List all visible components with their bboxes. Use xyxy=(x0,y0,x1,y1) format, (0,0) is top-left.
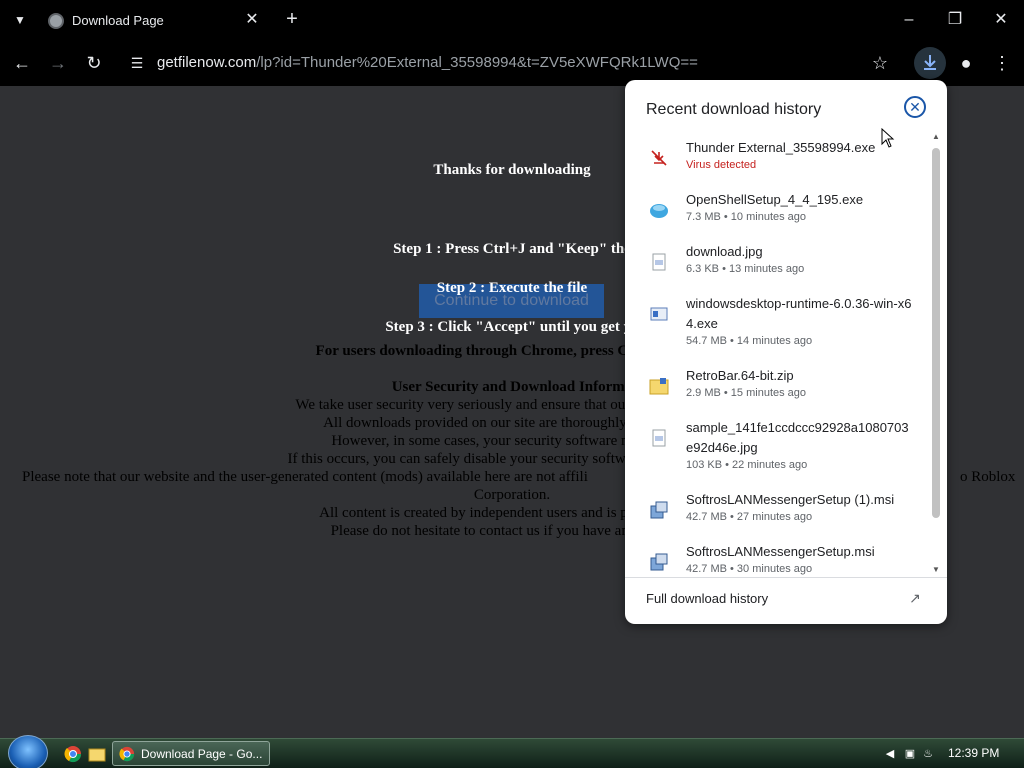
tab-title: Download Page xyxy=(72,13,164,28)
system-clock[interactable]: 12:39 PM xyxy=(948,746,999,760)
file-meta: 42.7 MB • 30 minutes ago xyxy=(686,563,813,575)
file-meta: 42.7 MB • 27 minutes ago xyxy=(686,511,813,523)
file-status: Virus detected xyxy=(686,159,757,171)
download-icon xyxy=(924,55,936,70)
file-name: Thunder External_35598994.exe xyxy=(686,140,876,155)
msi-installer-icon xyxy=(650,553,668,571)
download-item[interactable]: SoftrosLANMessengerSetup.msi 42.7 MB • 3… xyxy=(625,542,925,577)
file-meta: 6.3 KB • 13 minutes ago xyxy=(686,263,805,275)
taskbar-task-label: Download Page - Go... xyxy=(141,747,263,761)
download-item[interactable]: RetroBar.64-bit.zip 2.9 MB • 15 minutes … xyxy=(625,366,925,418)
disclaimer-line: Please note that our website and the use… xyxy=(22,469,588,485)
close-tab-icon[interactable]: ✕ xyxy=(242,10,262,30)
minimize-button[interactable]: – xyxy=(894,8,924,32)
taskbar-chrome-window[interactable]: Download Page - Go... xyxy=(112,741,270,766)
download-item[interactable]: download.jpg 6.3 KB • 13 minutes ago xyxy=(625,242,925,294)
network-icon[interactable]: ▣ xyxy=(902,746,918,762)
url-host: getfilenow.com xyxy=(157,54,257,71)
mouse-cursor-icon xyxy=(881,128,895,148)
restore-button[interactable]: ❐ xyxy=(940,8,970,32)
bubble-footer[interactable]: Full download history ↗ xyxy=(625,577,947,624)
scroll-thumb[interactable] xyxy=(932,148,940,518)
file-name: SoftrosLANMessengerSetup.msi xyxy=(686,544,875,559)
profile-icon[interactable]: ● xyxy=(954,51,978,75)
file-name: sample_141fe1ccdccc92928a1080703e92d46e.… xyxy=(686,420,909,455)
scroll-up-arrow-icon[interactable]: ▲ xyxy=(931,132,941,142)
file-meta: 54.7 MB • 14 minutes ago xyxy=(686,335,813,347)
tab-strip: ▼ Download Page ✕ + – ❐ ✕ xyxy=(0,0,1024,40)
new-tab-button[interactable]: + xyxy=(281,8,303,30)
zip-folder-icon xyxy=(649,378,669,395)
open-external-icon[interactable]: ↗ xyxy=(905,588,925,608)
file-meta: 2.9 MB • 15 minutes ago xyxy=(686,387,807,399)
chrome-icon xyxy=(119,746,135,762)
msi-installer-icon xyxy=(650,501,668,519)
explorer-pinned-icon[interactable] xyxy=(88,745,106,763)
download-item[interactable]: Thunder External_35598994.exe Virus dete… xyxy=(625,138,925,190)
file-name: RetroBar.64-bit.zip xyxy=(686,368,794,383)
downloads-button[interactable] xyxy=(914,47,946,79)
back-button[interactable]: ← xyxy=(10,51,34,75)
site-info-icon[interactable]: ☰ xyxy=(125,51,149,75)
tab-download-page[interactable]: Download Page ✕ xyxy=(38,4,268,38)
image-file-icon xyxy=(652,429,666,447)
url-path: /lp?id=Thunder%20External_35598994&t=ZV5… xyxy=(256,54,698,71)
full-download-history-link[interactable]: Full download history xyxy=(646,591,768,606)
globe-icon xyxy=(48,13,64,29)
openshell-icon xyxy=(650,204,668,218)
forward-button[interactable]: → xyxy=(46,51,70,75)
blocked-icon xyxy=(651,150,667,166)
file-meta: 103 KB • 22 minutes ago xyxy=(686,459,808,471)
tab-search-icon[interactable]: ▼ xyxy=(10,10,30,30)
windows-taskbar: Download Page - Go... ◀ ▣ ♨ 12:39 PM xyxy=(0,735,1024,768)
scroll-down-arrow-icon[interactable]: ▼ xyxy=(931,565,941,575)
download-list: Thunder External_35598994.exe Virus dete… xyxy=(625,130,947,577)
disclaimer-line-end: o Roblox xyxy=(960,469,1016,485)
download-list-scrollbar[interactable]: ▲ ▼ xyxy=(929,130,943,577)
bookmark-star-icon[interactable]: ☆ xyxy=(868,51,892,75)
image-file-icon xyxy=(652,253,666,271)
download-item[interactable]: SoftrosLANMessengerSetup (1).msi 42.7 MB… xyxy=(625,490,925,542)
menu-kebab-icon[interactable]: ⋮ xyxy=(990,51,1014,75)
file-name: download.jpg xyxy=(686,244,763,259)
address-bar[interactable]: getfilenow.com/lp?id=Thunder%20External_… xyxy=(157,54,698,71)
installer-icon xyxy=(650,307,668,321)
download-history-bubble: Recent download history ✕ Thunder Extern… xyxy=(625,80,947,624)
bubble-title: Recent download history xyxy=(646,101,822,118)
download-item[interactable]: OpenShellSetup_4_4_195.exe 7.3 MB • 10 m… xyxy=(625,190,925,242)
download-item[interactable]: sample_141fe1ccdccc92928a1080703e92d46e.… xyxy=(625,418,925,490)
file-name: OpenShellSetup_4_4_195.exe xyxy=(686,192,864,207)
file-name: SoftrosLANMessengerSetup (1).msi xyxy=(686,492,895,507)
file-name: windowsdesktop-runtime-6.0.36-win-x64.ex… xyxy=(686,296,912,331)
volume-muted-icon[interactable]: ♨ xyxy=(920,746,936,762)
close-bubble-button[interactable]: ✕ xyxy=(904,96,926,118)
file-meta: 7.3 MB • 10 minutes ago xyxy=(686,211,807,223)
tray-expand-icon[interactable]: ◀ xyxy=(882,746,898,762)
chrome-pinned-icon[interactable] xyxy=(64,745,82,763)
close-window-button[interactable]: ✕ xyxy=(986,8,1016,32)
reload-button[interactable]: ↻ xyxy=(82,51,106,75)
download-item[interactable]: windowsdesktop-runtime-6.0.36-win-x64.ex… xyxy=(625,294,925,366)
start-button[interactable] xyxy=(8,735,48,768)
